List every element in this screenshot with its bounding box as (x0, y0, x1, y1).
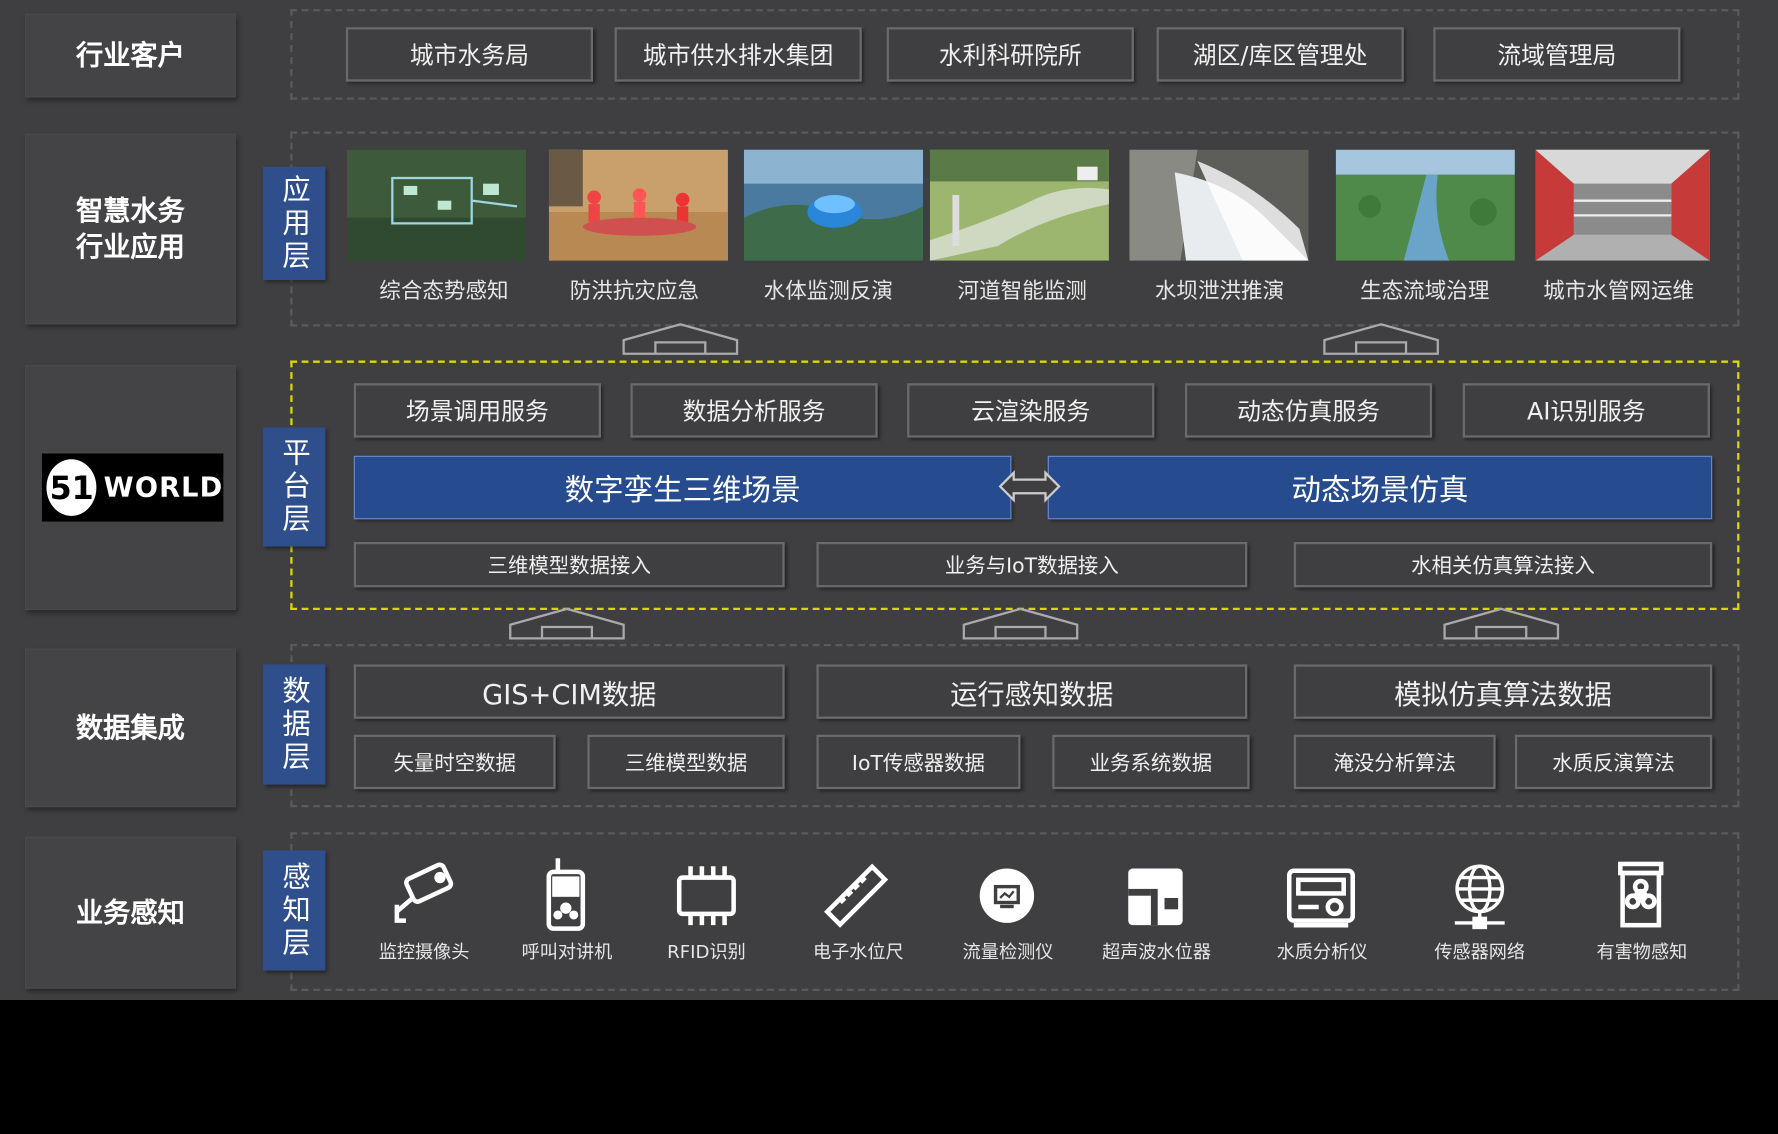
up-arrow (509, 607, 625, 640)
app-caption: 水体监测反演 (763, 278, 893, 304)
data-group: 运行感知数据 (816, 664, 1248, 719)
row-label-sensing: 业务感知 (24, 836, 236, 989)
layer-tag-data: 数据层 (263, 664, 326, 785)
sensor-label: 呼叫对讲机 (521, 941, 613, 963)
logo-word: WORLD (103, 471, 224, 504)
app-caption: 河道智能监测 (957, 278, 1087, 304)
rfid-chip-icon (667, 856, 746, 935)
layer-tag-sense: 感知层 (263, 850, 326, 971)
platform-input: 水相关仿真算法接入 (1293, 541, 1713, 588)
app-image-situation (346, 149, 527, 261)
biohazard-icon (1601, 856, 1680, 935)
layer-tag-platform: 平台层 (263, 427, 326, 547)
customer-box: 流域管理局 (1433, 27, 1681, 82)
platform-service: AI识别服务 (1462, 383, 1710, 438)
51world-logo: 51 WORLD (41, 453, 224, 522)
customer-box: 水利科研院所 (886, 27, 1134, 82)
platform-service: 云渲染服务 (907, 383, 1155, 438)
app-caption: 综合态势感知 (379, 278, 509, 304)
platform-input: 业务与IoT数据接入 (816, 541, 1248, 588)
app-caption: 城市水管网运维 (1543, 278, 1695, 304)
row-label-data: 数据集成 (24, 648, 236, 808)
up-arrow (622, 323, 739, 355)
data-item: 水质反演算法 (1514, 734, 1713, 790)
app-image-river (929, 149, 1109, 261)
network-globe-icon (1440, 856, 1519, 935)
platform-service: 动态仿真服务 (1184, 383, 1433, 438)
up-arrow (1323, 323, 1439, 355)
sensor-label: 有害物感知 (1596, 941, 1688, 963)
row-label-customers: 行业客户 (24, 13, 236, 98)
app-image-dam (1129, 149, 1309, 261)
up-arrow (1443, 607, 1560, 640)
dynamic-simulation-bar: 动态场景仿真 (1047, 455, 1713, 520)
app-caption: 防洪抗灾应急 (569, 278, 700, 304)
sensor-label: 超声波水位器 (1102, 941, 1212, 963)
customer-box: 湖区/库区管理处 (1156, 27, 1404, 82)
platform-service: 数据分析服务 (630, 383, 878, 438)
row-label-apps: 智慧水务 行业应用 (24, 133, 236, 325)
bidirectional-arrow-icon (998, 470, 1061, 503)
ruler-icon (816, 856, 895, 935)
app-image-pipe-network (1535, 149, 1710, 261)
data-group: 模拟仿真算法数据 (1293, 664, 1713, 719)
platform-input: 三维模型数据接入 (353, 541, 785, 588)
walkie-talkie-icon (525, 856, 604, 935)
architecture-diagram: 行业客户 智慧水务 行业应用 数据集成 业务感知 51 WORLD 应用层 平台… (0, 0, 1778, 1001)
sensor-label: 电子水位尺 (812, 941, 904, 963)
app-caption: 生态流域治理 (1360, 278, 1490, 304)
platform-service: 场景调用服务 (353, 383, 601, 438)
logo-mark: 51 (46, 459, 97, 516)
data-item: IoT传感器数据 (816, 734, 1021, 790)
sensor-label: 监控摄像头 (378, 941, 470, 963)
data-item: 三维模型数据 (587, 734, 785, 790)
analyzer-icon (1281, 856, 1360, 935)
app-image-flood (548, 149, 728, 261)
camera-icon (384, 856, 463, 935)
sensor-label: 流量检测仪 (962, 941, 1054, 963)
customer-box: 城市供水排水集团 (614, 27, 862, 82)
up-arrow (962, 607, 1079, 640)
data-group: GIS+CIM数据 (353, 664, 785, 719)
data-item: 矢量时空数据 (353, 734, 556, 790)
ultrasonic-icon (1116, 856, 1195, 935)
sensor-label: RFID识别 (667, 941, 746, 963)
digital-twin-bar: 数字孪生三维场景 (353, 455, 1012, 520)
data-item: 业务系统数据 (1052, 734, 1250, 790)
data-item: 淹没分析算法 (1293, 734, 1496, 790)
layer-tag-app: 应用层 (263, 166, 326, 281)
flow-meter-icon (967, 856, 1046, 935)
app-image-water-body (743, 149, 923, 261)
sensor-label: 水质分析仪 (1276, 941, 1368, 963)
sensor-label: 传感器网络 (1434, 941, 1526, 963)
customer-box: 城市水务局 (345, 27, 594, 82)
app-caption: 水坝泄洪推演 (1154, 278, 1285, 304)
app-image-ecology (1335, 149, 1515, 261)
